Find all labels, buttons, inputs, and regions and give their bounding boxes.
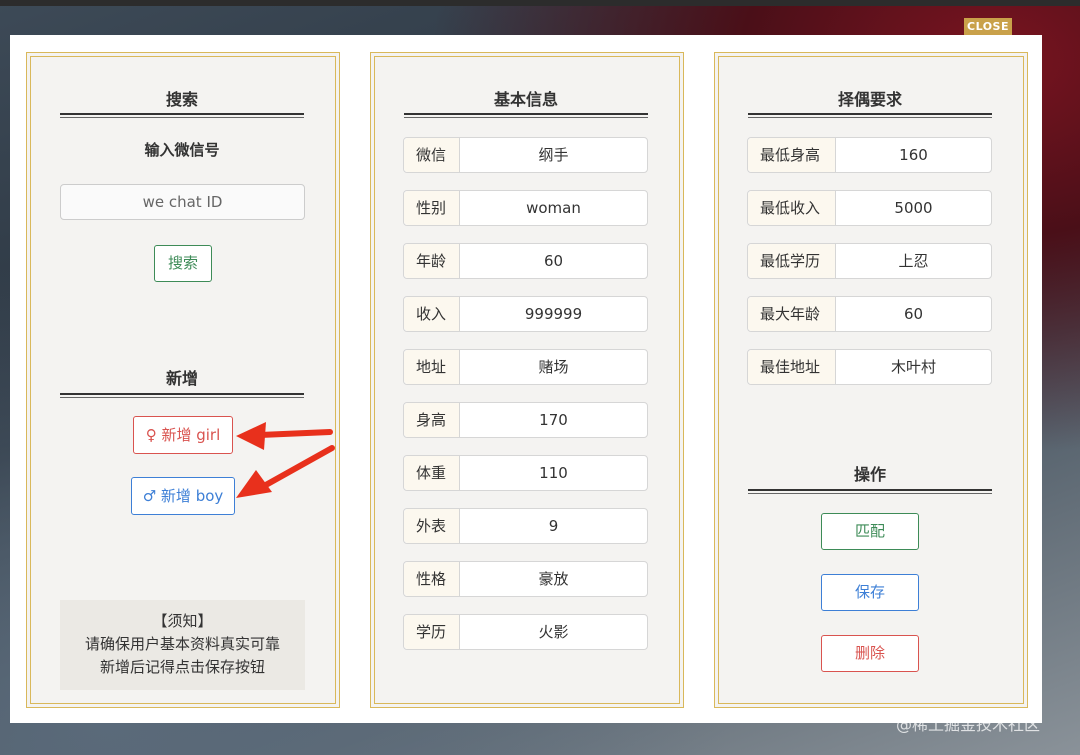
field-label: 最低收入 [748,191,836,225]
field-value[interactable]: 60 [836,297,991,331]
field-value[interactable]: 110 [460,456,647,490]
field-label: 年龄 [404,244,460,278]
field-value[interactable]: 上忍 [836,244,991,278]
search-button[interactable]: 搜索 [154,245,212,282]
field-weight[interactable]: 体重 110 [403,455,648,491]
wechat-input-label: 输入微信号 [144,141,220,159]
field-label: 收入 [404,297,460,331]
modal-dialog: 搜索 输入微信号 we chat ID 搜索 新增 ♀ 新增 girl ♂ 新增… [10,35,1042,723]
field-value[interactable]: 纲手 [460,138,647,172]
field-value[interactable]: 999999 [460,297,647,331]
actions-title: 操作 [853,465,886,484]
field-value[interactable]: 160 [836,138,991,172]
field-best-address[interactable]: 最佳地址 木叶村 [747,349,992,385]
match-button[interactable]: 匹配 [821,513,919,550]
actions-rule [748,489,992,494]
watermark: @稀土掘金技术社区 [896,715,1041,734]
field-address[interactable]: 地址 赌场 [403,349,648,385]
notice-line: 新增后记得点击保存按钮 [99,658,265,676]
field-value[interactable]: 170 [460,403,647,437]
field-value[interactable]: 9 [460,509,647,543]
notice-box: 【须知】 请确保用户基本资料真实可靠 新增后记得点击保存按钮 [60,600,305,690]
field-appearance[interactable]: 外表 9 [403,508,648,544]
field-value[interactable]: 赌场 [460,350,647,384]
basic-info-rule [404,113,648,118]
field-value[interactable]: 5000 [836,191,991,225]
field-label: 外表 [404,509,460,543]
field-label: 性别 [404,191,460,225]
add-girl-button[interactable]: ♀ 新增 girl [133,416,233,454]
field-label: 最佳地址 [748,350,836,384]
basic-info-title: 基本信息 [493,90,558,109]
field-min-education[interactable]: 最低学历 上忍 [747,243,992,279]
field-gender[interactable]: 性别 woman [403,190,648,226]
field-age[interactable]: 年龄 60 [403,243,648,279]
field-personality[interactable]: 性格 豪放 [403,561,648,597]
add-boy-button[interactable]: ♂ 新增 boy [131,477,235,515]
field-value[interactable]: 60 [460,244,647,278]
basic-info-panel: 基本信息 微信 纲手 性别 woman 年龄 60 收入 999999 地址 赌场 身高 1… [370,52,684,708]
delete-button[interactable]: 删除 [821,635,919,672]
field-label: 体重 [404,456,460,490]
search-title: 搜索 [165,90,198,109]
field-label: 身高 [404,403,460,437]
field-value[interactable]: 豪放 [460,562,647,596]
field-education[interactable]: 学历 火影 [403,614,648,650]
field-label: 最大年龄 [748,297,836,331]
close-button[interactable]: CLOSE [964,18,1012,35]
field-label: 最低身高 [748,138,836,172]
field-income[interactable]: 收入 999999 [403,296,648,332]
search-title-rule [60,113,304,118]
save-button[interactable]: 保存 [821,574,919,611]
add-title-rule [60,393,304,398]
field-value[interactable]: 火影 [460,615,647,649]
requirements-title: 择偶要求 [837,90,902,109]
field-min-income[interactable]: 最低收入 5000 [747,190,992,226]
field-max-age[interactable]: 最大年龄 60 [747,296,992,332]
field-label: 微信 [404,138,460,172]
notice-title: 【须知】 [152,612,213,630]
field-min-height[interactable]: 最低身高 160 [747,137,992,173]
field-value[interactable]: 木叶村 [836,350,991,384]
requirements-rule [748,113,992,118]
arrow-icon [236,445,335,498]
field-label: 性格 [404,562,460,596]
wechat-id-input[interactable]: we chat ID [60,184,305,220]
field-label: 最低学历 [748,244,836,278]
field-label: 地址 [404,350,460,384]
top-bar [0,0,1080,6]
field-height[interactable]: 身高 170 [403,402,648,438]
field-wechat[interactable]: 微信 纲手 [403,137,648,173]
add-title: 新增 [165,369,198,388]
field-label: 学历 [404,615,460,649]
search-panel: 搜索 输入微信号 we chat ID 搜索 新增 ♀ 新增 girl ♂ 新增… [26,52,340,708]
field-value[interactable]: woman [460,191,647,225]
notice-line: 请确保用户基本资料真实可靠 [84,635,280,653]
requirements-panel: 择偶要求 最低身高 160 最低收入 5000 最低学历 上忍 最大年龄 60 最佳地址… [714,52,1028,708]
